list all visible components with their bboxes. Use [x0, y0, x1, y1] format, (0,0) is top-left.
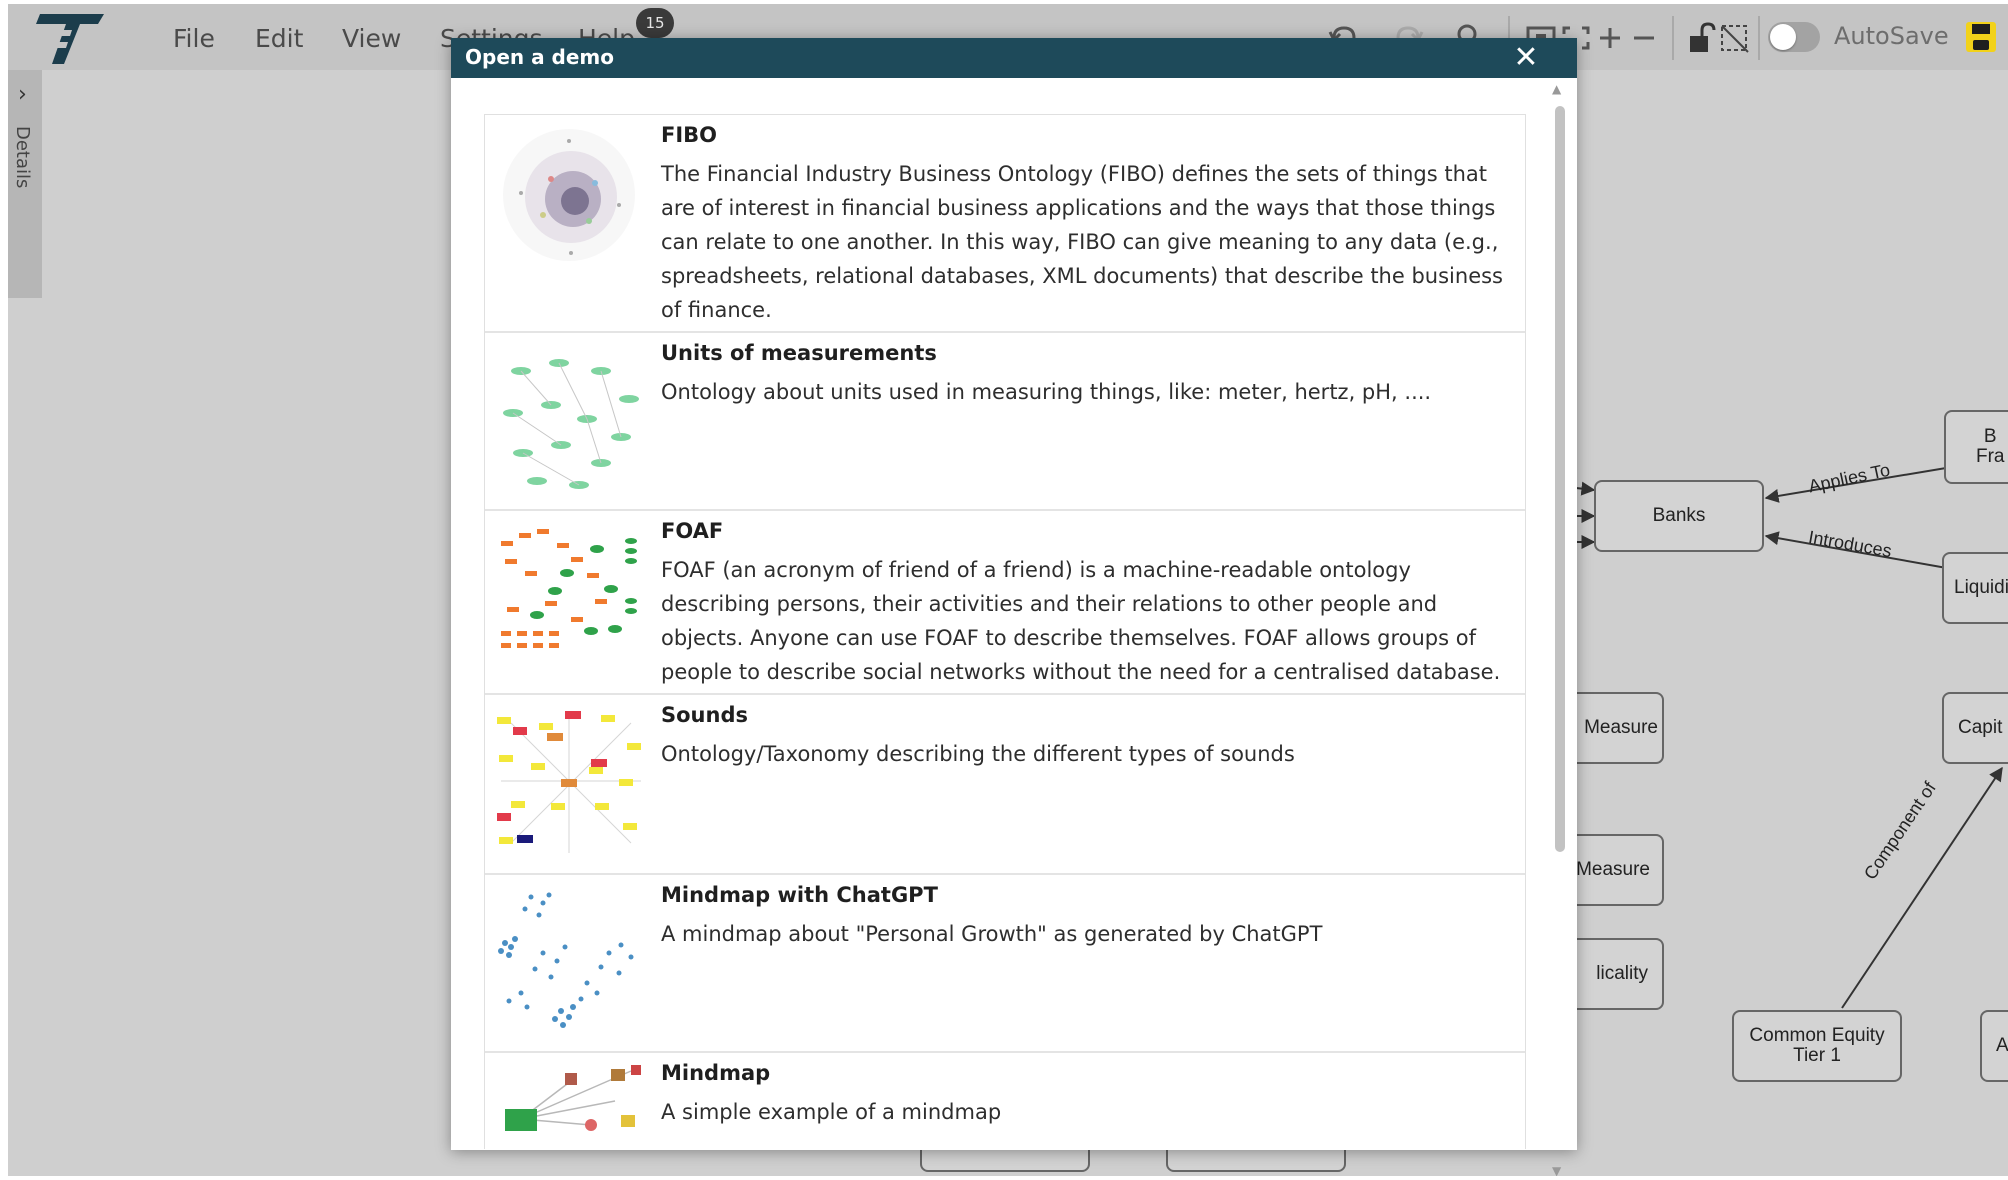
toolbar-separator — [1672, 16, 1674, 60]
menu-file[interactable]: File — [173, 24, 215, 53]
node-additional[interactable]: A — [1980, 1010, 2008, 1082]
scrollbar-thumb[interactable] — [1555, 106, 1565, 852]
zoom-out-icon[interactable] — [1630, 18, 1658, 58]
select-icon[interactable] — [1718, 18, 1752, 58]
demo-item-sounds[interactable]: Sounds Ontology/Taxonomy describing the … — [485, 695, 1525, 875]
details-panel[interactable]: › Details — [8, 70, 42, 298]
demo-description: Ontology about units used in measuring t… — [661, 380, 1432, 404]
open-demo-dialog: Open a demo ✕ ▲ ▼ FIBO The Financial Ind… — [451, 38, 1577, 1176]
demo-title: Mindmap with ChatGPT — [661, 883, 938, 907]
app-window: Banks B Fra Liquidi Measure Measure lica… — [8, 4, 2008, 1176]
demo-description: FOAF (an acronym of friend of a friend) … — [661, 558, 1501, 684]
help-badge: 15 — [636, 8, 674, 38]
demo-description: The Financial Industry Business Ontology… — [661, 162, 1503, 322]
dialog-header: Open a demo ✕ — [451, 38, 1577, 78]
demo-title: Mindmap — [661, 1061, 771, 1085]
demo-item-foaf[interactable]: FOAF FOAF (an acronym of friend of a fri… — [485, 511, 1525, 695]
demo-item-mindmap[interactable]: Mindmap A simple example of a mindmap — [485, 1053, 1525, 1149]
fibo-thumbnail — [503, 129, 635, 261]
toolbar-separator — [1758, 16, 1760, 60]
unlock-icon[interactable] — [1686, 18, 1716, 58]
node-liquidity[interactable]: Liquidi — [1942, 552, 2008, 624]
demo-description: Ontology/Taxonomy describing the differe… — [661, 742, 1295, 766]
foaf-thumbnail — [501, 529, 637, 648]
demo-title: Sounds — [661, 703, 748, 727]
demo-item-fibo[interactable]: FIBO The Financial Industry Business Ont… — [485, 115, 1525, 333]
toggle-knob — [1770, 24, 1796, 50]
demo-description: A simple example of a mindmap — [661, 1100, 1002, 1124]
zoom-in-icon[interactable] — [1596, 18, 1624, 58]
node-capital[interactable]: Capit — [1942, 692, 2008, 764]
close-icon[interactable]: ✕ — [1510, 42, 1542, 74]
demo-item-mindmap-chatgpt[interactable]: Mindmap with ChatGPT A mindmap about "Pe… — [485, 875, 1525, 1053]
demo-list: FIBO The Financial Industry Business Ont… — [484, 114, 1526, 1149]
menu-view[interactable]: View — [342, 24, 401, 53]
demo-title: FIBO — [661, 123, 718, 147]
autosave-toggle[interactable] — [1768, 22, 1820, 52]
mindmap-chatgpt-thumbnail — [498, 892, 634, 1028]
node-common-equity-tier-1[interactable]: Common Equity Tier 1 — [1732, 1010, 1902, 1082]
save-icon[interactable] — [1964, 20, 1998, 54]
demo-description: A mindmap about "Personal Growth" as gen… — [661, 922, 1323, 946]
scroll-down-icon[interactable]: ▼ — [1552, 1164, 1561, 1176]
autosave-label: AutoSave — [1834, 22, 1949, 50]
scroll-up-icon[interactable]: ▲ — [1552, 82, 1561, 96]
units-thumbnail — [503, 359, 639, 489]
details-panel-label: Details — [12, 126, 33, 189]
demo-item-units-of-measurements[interactable]: Units of measurements Ontology about uni… — [485, 333, 1525, 511]
demo-title: Units of measurements — [661, 341, 937, 365]
app-logo — [36, 14, 104, 64]
node-basel-framework[interactable]: B Fra — [1944, 410, 2008, 484]
dialog-title: Open a demo — [465, 45, 615, 69]
sounds-thumbnail — [497, 711, 641, 853]
node-banks[interactable]: Banks — [1594, 480, 1764, 552]
mindmap-thumbnail — [505, 1065, 641, 1131]
chevron-right-icon[interactable]: › — [18, 82, 27, 107]
dialog-scrollbar[interactable]: ▲ ▼ — [1552, 82, 1566, 1176]
demo-title: FOAF — [661, 519, 724, 543]
menu-edit[interactable]: Edit — [255, 24, 303, 53]
